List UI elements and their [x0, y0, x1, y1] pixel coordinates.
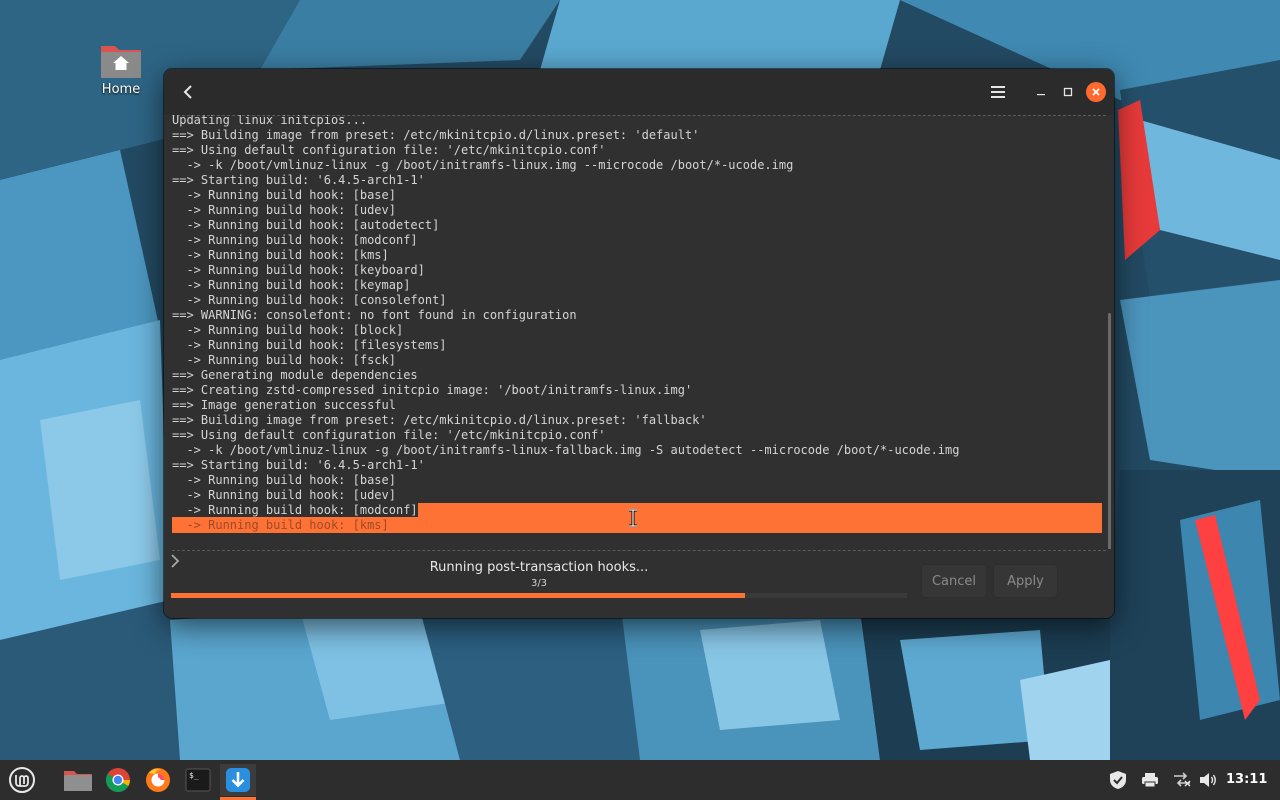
log-line: -> Running build hook: [keyboard]	[172, 263, 425, 277]
shield-check-icon	[1110, 771, 1126, 789]
window-titlebar	[164, 69, 1114, 115]
hamburger-icon	[991, 86, 1005, 98]
tray-volume[interactable]	[1198, 770, 1218, 790]
text-cursor-icon	[629, 509, 637, 527]
desktop-home-label: Home	[101, 82, 141, 97]
progress-status-text: Running post-transaction hooks...	[429, 560, 649, 575]
log-line: -> Running build hook: [consolefont]	[172, 293, 447, 307]
chevron-left-icon	[183, 85, 192, 99]
update-manager-window: Updating linux initcpios... ==> Building …	[164, 69, 1114, 618]
maximize-icon	[1063, 87, 1073, 97]
log-line: ==> Starting build: '6.4.5-arch1-1'	[172, 458, 425, 472]
log-line: -> Running build hook: [fsck]	[172, 353, 396, 367]
transaction-log[interactable]: Updating linux initcpios... ==> Building …	[164, 115, 1114, 549]
progress-bar	[171, 593, 907, 598]
tray-shield[interactable]	[1108, 770, 1128, 790]
log-scrollbar[interactable]	[1108, 313, 1111, 549]
tray-network[interactable]	[1172, 770, 1192, 790]
taskbar: $_ 13:11	[0, 760, 1280, 800]
progress-bar-fill	[171, 593, 746, 598]
back-button[interactable]	[177, 81, 199, 103]
log-line: ==> Building image from preset: /etc/mki…	[172, 413, 707, 427]
tray-printer[interactable]	[1140, 770, 1160, 790]
log-line: -> Running build hook: [kms]	[172, 248, 389, 262]
window-footer: Running post-transaction hooks... 3/3 Ca…	[164, 550, 1114, 618]
update-manager-icon	[226, 768, 250, 792]
log-line: Updating linux initcpios...	[172, 115, 368, 127]
printer-icon	[1142, 773, 1158, 788]
log-line: -> Running build hook: [filesystems]	[172, 338, 447, 352]
close-icon	[1092, 88, 1100, 96]
mint-menu-icon	[9, 767, 35, 793]
progress-count: 3/3	[530, 578, 548, 589]
svg-text:$_: $_	[189, 771, 199, 780]
desktop-home-icon[interactable]: Home	[92, 40, 150, 97]
log-line: ==> WARNING: consolefont: no font found …	[172, 308, 577, 322]
log-line: -> Running build hook: [udev]	[172, 488, 396, 502]
cancel-button[interactable]: Cancel	[921, 564, 987, 598]
log-line: -> Running build hook: [base]	[172, 188, 396, 202]
log-line: ==> Using default configuration file: '/…	[172, 143, 606, 157]
log-line: ==> Image generation successful	[172, 398, 396, 412]
apply-button[interactable]: Apply	[993, 564, 1058, 598]
taskbar-terminal[interactable]: $_	[180, 764, 216, 796]
taskbar-firefox[interactable]	[140, 764, 176, 796]
volume-icon	[1200, 773, 1216, 787]
log-text-area[interactable]: Updating linux initcpios... ==> Building …	[172, 115, 1102, 533]
files-icon	[64, 771, 92, 791]
taskbar-files[interactable]	[60, 764, 96, 796]
details-button[interactable]	[164, 550, 186, 572]
maximize-button[interactable]	[1057, 81, 1079, 103]
log-line: ==> Starting build: '6.4.5-arch1-1'	[172, 173, 425, 187]
terminal-icon: $_	[185, 768, 211, 792]
close-button[interactable]	[1086, 82, 1106, 102]
home-folder-icon	[101, 46, 141, 78]
log-line: -> -k /boot/vmlinuz-linux -g /boot/initr…	[172, 443, 960, 457]
footer-separator	[172, 550, 1106, 551]
taskbar-chrome[interactable]	[100, 764, 136, 796]
log-line: -> Running build hook: [udev]	[172, 203, 396, 217]
log-line: -> Running build hook: [base]	[172, 473, 396, 487]
log-line: -> Running build hook: [modconf]	[172, 233, 418, 247]
log-line: -> Running build hook: [autodetect]	[172, 218, 440, 232]
mint-menu-button[interactable]	[4, 764, 40, 796]
taskbar-update-manager[interactable]	[220, 764, 256, 796]
minimize-button[interactable]	[1030, 81, 1052, 103]
firefox-icon	[146, 768, 170, 792]
log-line: ==> Creating zstd-compressed initcpio im…	[172, 383, 693, 397]
chevron-right-icon	[171, 554, 180, 568]
minimize-icon	[1037, 94, 1045, 96]
log-line: -> Running build hook: [block]	[172, 323, 404, 337]
log-line: -> Running build hook: [keymap]	[172, 278, 411, 292]
log-line: ==> Generating module dependencies	[172, 368, 418, 382]
network-disconnected-icon	[1174, 772, 1191, 787]
log-line-text: -> Running build hook: [modconf]	[172, 503, 418, 517]
taskbar-clock[interactable]: 13:11	[1226, 772, 1267, 787]
log-line: ==> Building image from preset: /etc/mki…	[172, 128, 700, 142]
log-line: -> -k /boot/vmlinuz-linux -g /boot/initr…	[172, 158, 794, 172]
chrome-icon	[105, 768, 130, 793]
log-line: ==> Using default configuration file: '/…	[172, 428, 606, 442]
hamburger-menu-button[interactable]	[987, 81, 1009, 103]
